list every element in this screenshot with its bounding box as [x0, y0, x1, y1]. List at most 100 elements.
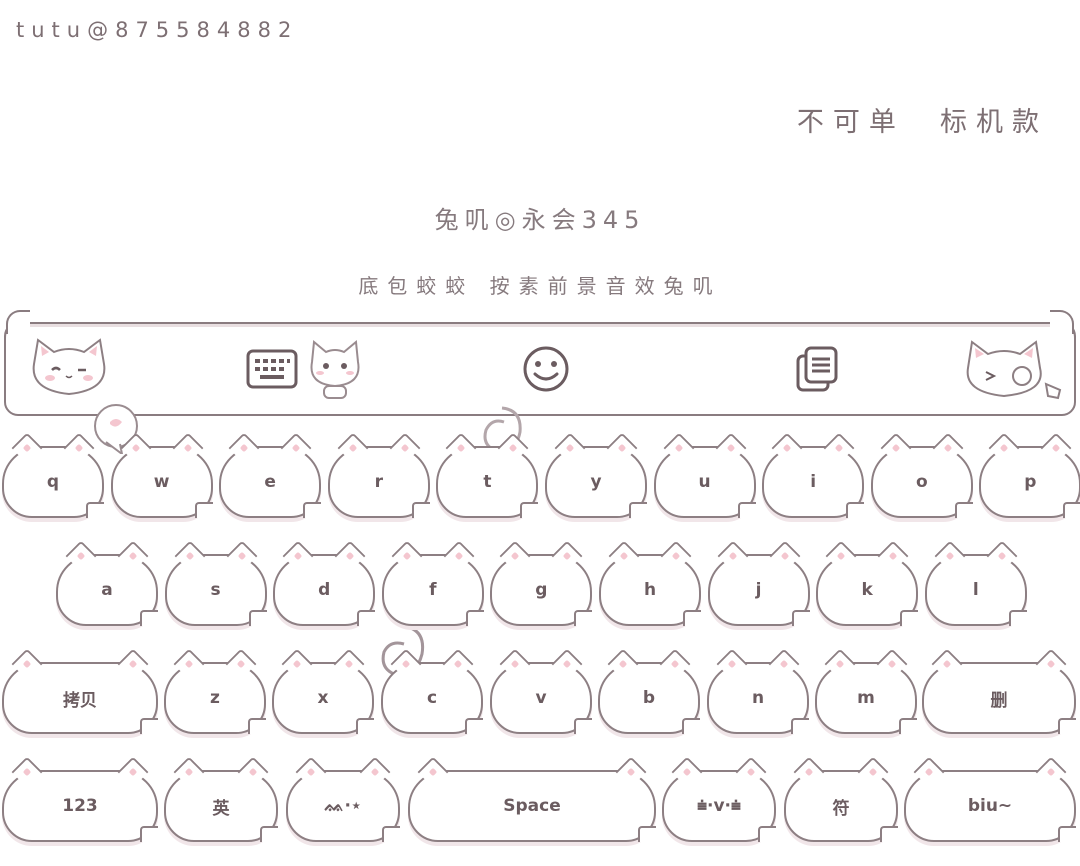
- key-h[interactable]: h: [599, 540, 701, 626]
- cat-ear-icon: [226, 540, 258, 572]
- key-w[interactable]: w: [110, 432, 213, 518]
- cat-ear-icon: [390, 648, 422, 680]
- cat-ear-icon: [880, 432, 912, 464]
- page-fold-icon: [248, 610, 267, 626]
- key-x[interactable]: x: [272, 648, 374, 734]
- key-t[interactable]: t: [436, 432, 539, 518]
- key-s[interactable]: s: [164, 540, 267, 626]
- cat-ear-icon: [117, 756, 149, 788]
- key-g[interactable]: g: [490, 540, 593, 626]
- key-label: l: [972, 580, 979, 600]
- key-label: k: [861, 580, 873, 600]
- cat-ear-icon: [554, 432, 586, 464]
- key-label: s: [210, 580, 221, 600]
- cat-ear-icon: [1040, 432, 1072, 464]
- key-f[interactable]: f: [381, 540, 484, 626]
- clipboard-icon[interactable]: [788, 340, 848, 398]
- cat-ear-icon: [443, 540, 475, 572]
- cat-ear-icon: [281, 648, 313, 680]
- key-label: r: [374, 472, 383, 492]
- page-fold-icon: [1063, 502, 1080, 518]
- cat-ear-icon: [715, 432, 747, 464]
- key-i[interactable]: i: [762, 432, 865, 518]
- page-fold-icon: [791, 610, 810, 626]
- key-m[interactable]: m: [815, 648, 917, 734]
- page-fold-icon: [758, 826, 776, 842]
- page-fold-icon: [954, 502, 973, 518]
- page-fold-icon: [1058, 718, 1076, 734]
- key-label: p: [1024, 472, 1037, 492]
- cat-ear-icon: [282, 540, 314, 572]
- page-fold-icon: [303, 502, 322, 518]
- key-label: 符: [832, 798, 850, 819]
- key-label: biu~: [967, 796, 1013, 816]
- cat-ear-icon: [660, 540, 692, 572]
- key-c[interactable]: c: [381, 648, 483, 734]
- page-fold-icon: [465, 610, 484, 626]
- key-label: e: [264, 472, 276, 492]
- page-fold-icon: [260, 826, 278, 842]
- key-n[interactable]: n: [707, 648, 809, 734]
- page-fold-icon: [357, 610, 376, 626]
- cat-ear-icon: [499, 540, 531, 572]
- key-j[interactable]: j: [707, 540, 810, 626]
- key-label: u: [698, 472, 711, 492]
- key-label: 英: [212, 798, 230, 819]
- cat-peek-icon: [966, 340, 1062, 400]
- key-l[interactable]: l: [924, 540, 1027, 626]
- cat-ear-icon: [228, 432, 260, 464]
- key-label: v: [535, 688, 547, 708]
- symbol-key[interactable]: 符: [784, 756, 898, 842]
- key-o[interactable]: o: [870, 432, 973, 518]
- page-fold-icon: [900, 610, 919, 626]
- key-v[interactable]: v: [490, 648, 592, 734]
- key-b[interactable]: b: [598, 648, 700, 734]
- emoticon-key[interactable]: ⩧·v·⩧: [662, 756, 776, 842]
- cat-ear-icon: [499, 648, 531, 680]
- page-fold-icon: [411, 502, 430, 518]
- cat-sticker-icon: [310, 340, 360, 399]
- page-fold-icon: [86, 502, 104, 518]
- key-y[interactable]: y: [545, 432, 647, 518]
- key-u[interactable]: u: [653, 432, 756, 518]
- cat-ear-icon: [359, 756, 391, 788]
- emoji-icon[interactable]: [516, 340, 576, 398]
- language-key[interactable]: 英: [164, 756, 278, 842]
- key-q[interactable]: q: [2, 432, 104, 518]
- watermark-text: tutu@875584882: [16, 18, 299, 42]
- key-label: x: [317, 688, 329, 708]
- biu-key[interactable]: biu~: [904, 756, 1076, 842]
- key-label: c: [426, 688, 438, 708]
- cat-ear-icon: [659, 648, 691, 680]
- key-label: ᨐ·⋆: [324, 796, 362, 816]
- page-fold-icon: [683, 610, 701, 626]
- space-key[interactable]: Space: [408, 756, 656, 842]
- key-p[interactable]: p: [979, 432, 1080, 518]
- cat-ear-icon: [65, 540, 97, 572]
- cat-ear-icon: [716, 648, 748, 680]
- page-fold-icon: [682, 718, 700, 734]
- cat-ear-icon: [63, 432, 95, 464]
- cat-ear-icon: [337, 432, 369, 464]
- key-r[interactable]: r: [327, 432, 430, 518]
- numbers-key[interactable]: 123: [2, 756, 158, 842]
- key-k[interactable]: k: [816, 540, 919, 626]
- key-label: t: [483, 472, 492, 492]
- key-label: m: [857, 688, 875, 708]
- key-label: y: [590, 472, 602, 492]
- key-label: g: [535, 580, 548, 600]
- cat-ear-icon: [11, 756, 43, 788]
- key-a[interactable]: a: [56, 540, 158, 626]
- copy-key[interactable]: 拷贝: [2, 648, 158, 734]
- key-e[interactable]: e: [219, 432, 322, 518]
- cat-ear-icon: [334, 540, 366, 572]
- delete-key[interactable]: 删: [922, 648, 1076, 734]
- key-d[interactable]: d: [273, 540, 376, 626]
- cat-ear-icon: [934, 540, 966, 572]
- key-z[interactable]: z: [164, 648, 266, 734]
- keyboard-icon[interactable]: [242, 340, 302, 398]
- cat-ear-icon: [174, 540, 206, 572]
- kaomoji-key[interactable]: ᨐ·⋆: [286, 756, 400, 842]
- cat-ear-icon: [877, 540, 909, 572]
- cat-ear-icon: [768, 648, 800, 680]
